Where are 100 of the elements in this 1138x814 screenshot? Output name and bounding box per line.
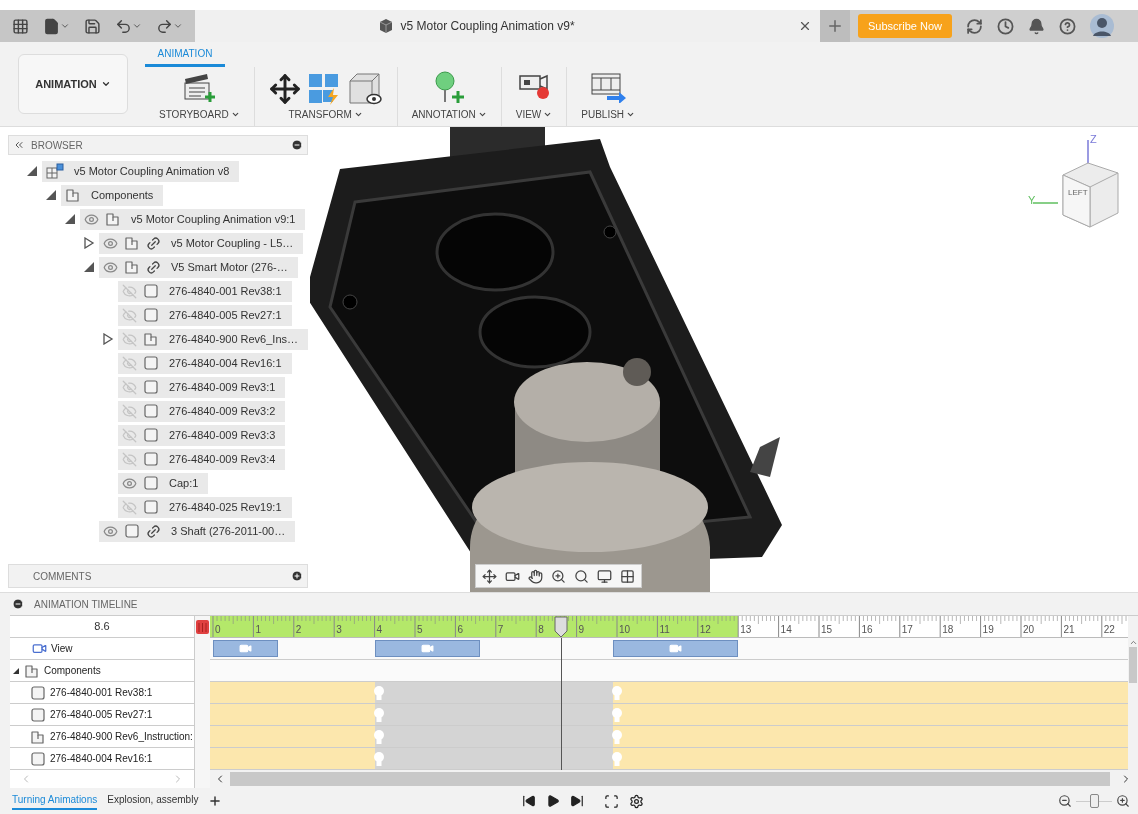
zoom-out-icon[interactable] <box>1058 794 1072 808</box>
minus-circle-icon[interactable] <box>12 598 24 610</box>
eye-icon[interactable] <box>84 211 99 227</box>
zoom-slider-thumb[interactable] <box>1089 794 1099 808</box>
play-icon[interactable] <box>546 794 560 808</box>
toolbar-group-dropdown[interactable]: PUBLISH <box>581 107 636 122</box>
tree-item-label: 276-4840-009 Rev3:2 <box>168 403 277 419</box>
tick-label: 2 <box>295 623 302 637</box>
eye-icon[interactable] <box>122 475 137 491</box>
plus-circle-icon[interactable] <box>291 570 303 582</box>
tree-item[interactable]: v5 Motor Coupling - L5… <box>99 232 304 254</box>
component-icon <box>30 728 46 745</box>
blocks-icon[interactable] <box>306 72 341 106</box>
tree-item[interactable]: 276-4840-009 Rev3:2 <box>118 400 286 422</box>
cube-eye-icon[interactable] <box>346 71 383 107</box>
expand-toggle-icon[interactable] <box>83 237 95 249</box>
tree-item[interactable]: 276-4840-900 Rev6_Ins… <box>118 328 309 350</box>
orbit-icon[interactable] <box>482 568 497 584</box>
tree-item[interactable]: 276-4840-009 Rev3:4 <box>118 448 286 470</box>
cube-icon <box>378 18 395 34</box>
collapse-toggle-icon[interactable] <box>64 213 76 225</box>
collapse-toggle-icon[interactable] <box>45 189 57 201</box>
tree-item[interactable]: 276-4840-005 Rev27:1 <box>118 304 292 326</box>
file-menu-button[interactable] <box>43 17 70 35</box>
timeline-row-label: View <box>51 642 73 656</box>
tree-item[interactable]: 276-4840-009 Rev3:3 <box>118 424 286 446</box>
tree-item[interactable]: V5 Smart Motor (276-… <box>99 256 298 278</box>
save-icon[interactable] <box>84 17 101 35</box>
tree-item[interactable]: 276-4840-001 Rev38:1 <box>118 280 292 302</box>
caret-icon <box>173 21 183 31</box>
add-tab-icon[interactable] <box>208 794 223 808</box>
new-tab-button[interactable] <box>820 10 850 42</box>
body-icon <box>143 475 159 491</box>
horizontal-scrollbar[interactable] <box>230 772 1110 786</box>
tree-item[interactable]: Components <box>61 184 164 206</box>
tick-label: 17 <box>901 623 913 637</box>
apps-grid-icon[interactable] <box>12 17 29 35</box>
toolbar-group-dropdown[interactable]: TRANSFORM <box>288 107 363 122</box>
undo-button[interactable] <box>115 17 142 35</box>
close-icon[interactable] <box>798 19 812 33</box>
view-cube[interactable]: Z Y LEFT <box>1028 135 1128 230</box>
toolbar-group-dropdown[interactable]: ANNOTATION <box>411 107 487 122</box>
help-icon[interactable] <box>1059 17 1076 35</box>
redo-icon <box>156 17 173 35</box>
zoom-slider[interactable] <box>1076 794 1112 808</box>
camera-clip[interactable] <box>213 640 278 657</box>
scroll-up-icon[interactable] <box>1128 638 1138 647</box>
toolbar-group-dropdown[interactable]: STORYBOARD <box>159 107 240 122</box>
collapse-toggle-icon[interactable] <box>83 261 95 273</box>
bell-icon[interactable] <box>1028 17 1045 35</box>
camera-clip[interactable] <box>612 640 739 657</box>
pan-icon[interactable] <box>528 568 543 584</box>
body-icon <box>124 523 140 539</box>
tree-item[interactable]: v5 Motor Coupling Animation v9:1 <box>80 208 306 230</box>
avatar-icon[interactable] <box>1090 14 1114 38</box>
move-icon[interactable] <box>268 73 301 105</box>
camera-clip[interactable] <box>374 640 480 657</box>
skip-back-icon[interactable] <box>522 794 536 808</box>
caret-icon <box>626 110 636 119</box>
tree-item[interactable]: 3 Shaft (276-2011-00… <box>99 520 296 542</box>
scrollbar-thumb[interactable] <box>1129 647 1137 683</box>
component-icon <box>143 331 159 347</box>
timeline-row-label: Components <box>44 664 101 678</box>
pin-icon[interactable] <box>432 71 467 105</box>
body-icon <box>143 283 159 299</box>
grid-icon[interactable] <box>620 568 635 584</box>
eye-icon[interactable] <box>103 235 118 251</box>
settings-icon[interactable] <box>629 793 644 809</box>
clapperboard-icon[interactable] <box>182 71 217 103</box>
tree-item[interactable]: v5 Motor Coupling Animation v8 <box>42 160 240 182</box>
zoom-icon[interactable] <box>551 568 566 584</box>
document-title: v5 Motor Coupling Animation v9* <box>400 18 575 35</box>
refresh-icon[interactable] <box>966 17 983 35</box>
timeline-ruler[interactable]: 0 1 2 3 4 5 6 7 8 9 10 11 12 13 14 15 16 17 18 19 20 21 22 <box>210 616 1128 638</box>
film-arrow-icon[interactable] <box>589 71 628 103</box>
document-tab[interactable]: v5 Motor Coupling Animation v9* <box>195 10 820 42</box>
tree-item[interactable]: 276-4840-004 Rev16:1 <box>118 352 292 374</box>
zoom-in-icon[interactable] <box>1116 794 1130 808</box>
fit-icon[interactable] <box>604 793 619 809</box>
timeline-row-label: 276-4840-005 Rev27:1 <box>50 708 153 722</box>
search-icon[interactable] <box>574 568 589 584</box>
collapse-panel-icon[interactable] <box>13 139 25 151</box>
timeline-tab[interactable]: Explosion, assembly <box>107 792 199 810</box>
collapse-toggle-icon[interactable] <box>12 666 20 675</box>
eye-icon[interactable] <box>103 523 118 539</box>
minus-circle-icon[interactable] <box>291 139 303 151</box>
display-icon[interactable] <box>597 568 612 584</box>
redo-button[interactable] <box>156 17 183 35</box>
toolbar-group-dropdown[interactable]: VIEW <box>515 107 553 122</box>
clock-icon[interactable] <box>997 17 1014 35</box>
workspace-dropdown[interactable]: ANIMATION <box>18 54 128 114</box>
tree-item[interactable]: 276-4840-009 Rev3:1 <box>118 376 286 398</box>
range-marker-icon[interactable] <box>196 619 209 635</box>
tree-item[interactable]: 276-4840-025 Rev19:1 <box>118 496 292 518</box>
expand-toggle-icon[interactable] <box>102 333 114 345</box>
timeline-row-label: 276-4840-001 Rev38:1 <box>50 686 153 700</box>
tree-item[interactable]: Cap:1 <box>118 472 209 494</box>
skip-forward-icon[interactable] <box>570 794 584 808</box>
eye-icon[interactable] <box>103 259 118 275</box>
collapse-toggle-icon[interactable] <box>26 165 38 177</box>
